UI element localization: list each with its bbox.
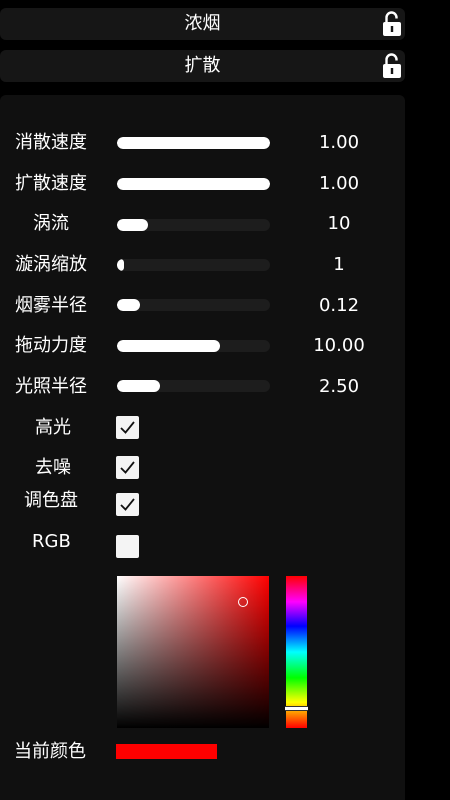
section-bar-diffusion: 扩散 xyxy=(0,50,405,82)
slider-fill xyxy=(117,137,270,149)
hue-slider-handle[interactable] xyxy=(285,706,308,712)
vorticity-value: 10 xyxy=(327,213,351,234)
diffusion-speed-value: 1.00 xyxy=(318,173,360,194)
section-bar-smoke: 浓烟 xyxy=(0,8,405,40)
denoise-checkbox[interactable] xyxy=(116,456,139,479)
slider-label-vorticity: 涡流 xyxy=(33,213,69,234)
checkmark-icon xyxy=(120,461,135,474)
slider-fill xyxy=(117,219,148,231)
diffusion-speed-slider[interactable] xyxy=(117,178,270,190)
drag-force-value: 10.00 xyxy=(313,335,365,356)
section-title-smoke[interactable]: 浓烟 xyxy=(0,8,405,40)
vortex-scale-slider[interactable] xyxy=(117,259,270,271)
vorticity-slider[interactable] xyxy=(117,219,270,231)
slider-fill xyxy=(117,340,220,352)
slider-label-smoke-radius: 烟雾半径 xyxy=(15,295,87,316)
dissipation-speed-value: 1.00 xyxy=(318,132,360,153)
section-title-diffusion[interactable]: 扩散 xyxy=(0,50,405,82)
unlock-icon[interactable] xyxy=(382,53,402,79)
slider-fill xyxy=(117,380,160,392)
slider-label-dissipation-speed: 消散速度 xyxy=(15,132,87,153)
toggle-label-denoise: 去噪 xyxy=(35,457,71,478)
hue-slider[interactable] xyxy=(285,576,308,728)
light-radius-slider[interactable] xyxy=(117,380,270,392)
saturation-value-picker[interactable] xyxy=(117,576,269,728)
slider-label-drag-force: 拖动力度 xyxy=(15,335,87,356)
current-color-label: 当前颜色 xyxy=(14,741,86,762)
vortex-scale-value: 1 xyxy=(333,254,345,275)
rgb-checkbox[interactable] xyxy=(116,535,139,558)
slider-label-vortex-scale: 漩涡缩放 xyxy=(15,254,87,275)
checkmark-icon xyxy=(120,498,135,511)
dissipation-speed-slider[interactable] xyxy=(117,137,270,149)
light-radius-value: 2.50 xyxy=(318,376,360,397)
slider-fill xyxy=(117,299,140,311)
highlight-checkbox[interactable] xyxy=(116,416,139,439)
unlock-icon[interactable] xyxy=(382,11,402,37)
slider-fill xyxy=(117,259,124,271)
color-picker-cursor[interactable] xyxy=(238,596,249,607)
checkmark-icon xyxy=(120,421,135,434)
current-color-swatch xyxy=(116,744,217,759)
palette-checkbox[interactable] xyxy=(116,493,139,516)
slider-fill xyxy=(117,178,270,190)
toggle-label-highlight: 高光 xyxy=(35,417,71,438)
toggle-label-rgb: RGB xyxy=(32,531,71,552)
drag-force-slider[interactable] xyxy=(117,340,270,352)
smoke-radius-value: 0.12 xyxy=(318,295,360,316)
toggle-label-palette: 调色盘 xyxy=(24,490,78,511)
slider-label-light-radius: 光照半径 xyxy=(15,376,87,397)
smoke-radius-slider[interactable] xyxy=(117,299,270,311)
slider-label-diffusion-speed: 扩散速度 xyxy=(15,173,87,194)
